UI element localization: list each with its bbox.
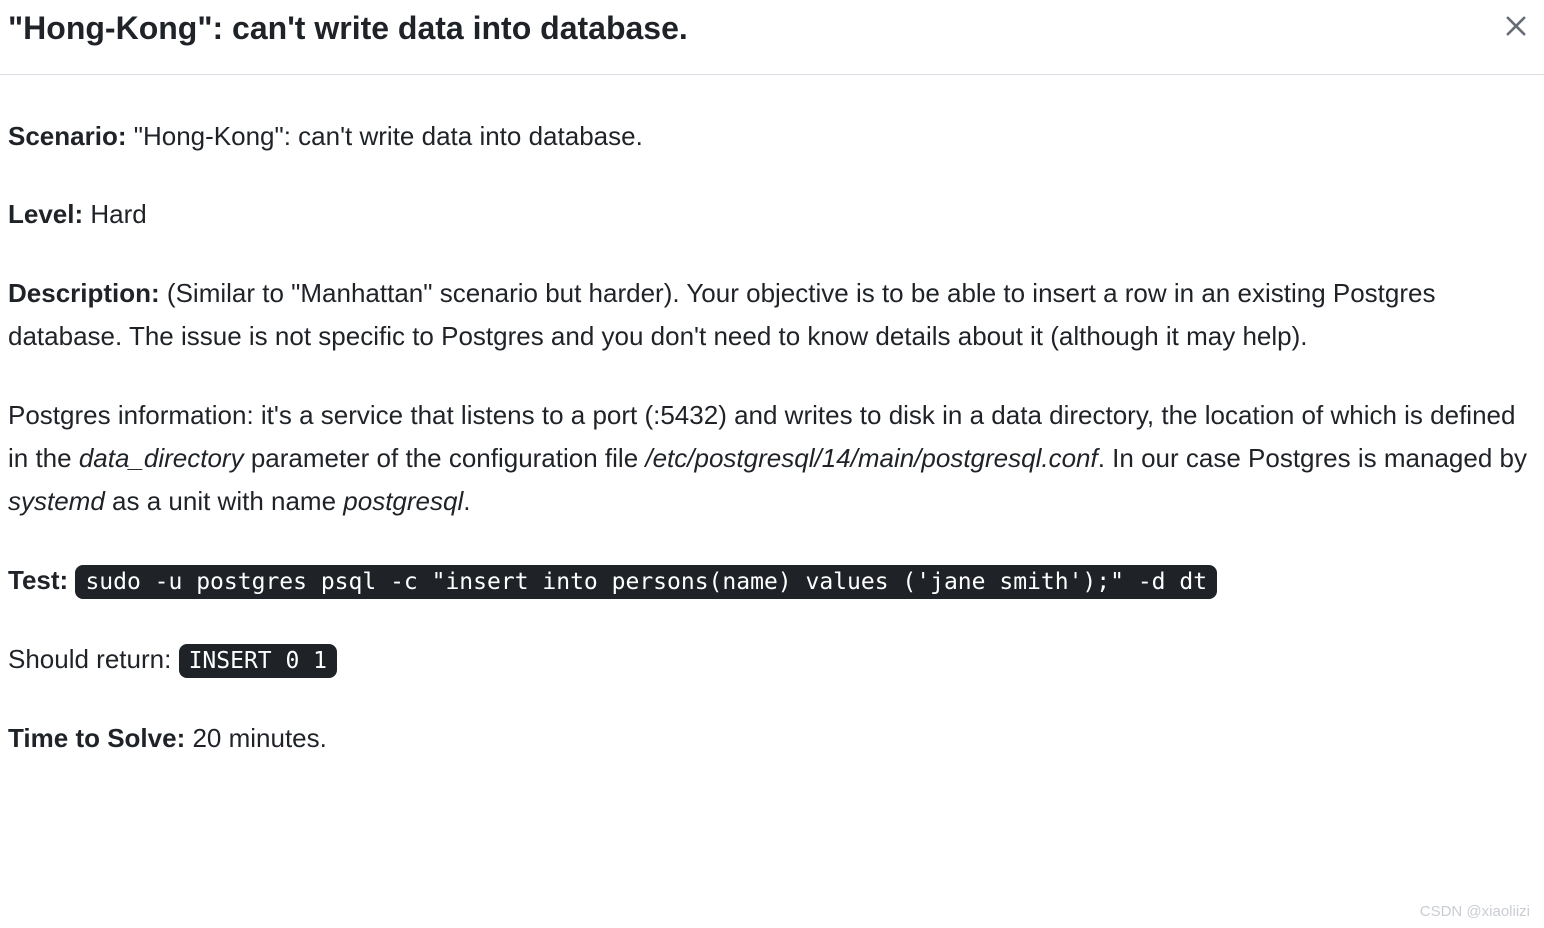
close-button[interactable]	[1498, 8, 1534, 44]
level-value: Hard	[83, 199, 147, 229]
time-to-solve-line: Time to Solve: 20 minutes.	[8, 717, 1534, 760]
level-label: Level:	[8, 199, 83, 229]
description-value: (Similar to "Manhattan" scenario but har…	[8, 278, 1435, 351]
postgresql-unit: postgresql	[343, 486, 463, 516]
close-icon	[1502, 12, 1530, 40]
postgres-info-line: Postgres information: it's a service tha…	[8, 394, 1534, 523]
scenario-label: Scenario:	[8, 121, 127, 151]
should-return-line: Should return: INSERT 0 1	[8, 638, 1534, 681]
postgres-info-text-3: . In our case Postgres is managed by	[1098, 443, 1527, 473]
scenario-line: Scenario: "Hong-Kong": can't write data …	[8, 115, 1534, 158]
test-label: Test:	[8, 565, 68, 595]
modal-title: "Hong-Kong": can't write data into datab…	[8, 8, 688, 50]
time-to-solve-label: Time to Solve:	[8, 723, 185, 753]
test-code: sudo -u postgres psql -c "insert into pe…	[75, 565, 1217, 599]
description-label: Description:	[8, 278, 160, 308]
scenario-value: "Hong-Kong": can't write data into datab…	[127, 121, 643, 151]
conf-path: /etc/postgresql/14/main/postgresql.conf	[645, 443, 1097, 473]
modal-content: Scenario: "Hong-Kong": can't write data …	[0, 75, 1544, 760]
systemd-name: systemd	[8, 486, 105, 516]
description-line: Description: (Similar to "Manhattan" sce…	[8, 272, 1534, 358]
modal-header: "Hong-Kong": can't write data into datab…	[0, 0, 1544, 75]
postgres-info-text-4: as a unit with name	[105, 486, 343, 516]
postgres-info-text-2: parameter of the configuration file	[244, 443, 646, 473]
test-line: Test: sudo -u postgres psql -c "insert i…	[8, 559, 1534, 602]
data-directory-param: data_directory	[79, 443, 244, 473]
should-return-label: Should return:	[8, 644, 171, 674]
postgres-info-text-5: .	[463, 486, 470, 516]
time-to-solve-value: 20 minutes.	[185, 723, 327, 753]
level-line: Level: Hard	[8, 193, 1534, 236]
return-code: INSERT 0 1	[179, 644, 337, 678]
watermark: CSDN @xiaoliizi	[1420, 903, 1530, 920]
